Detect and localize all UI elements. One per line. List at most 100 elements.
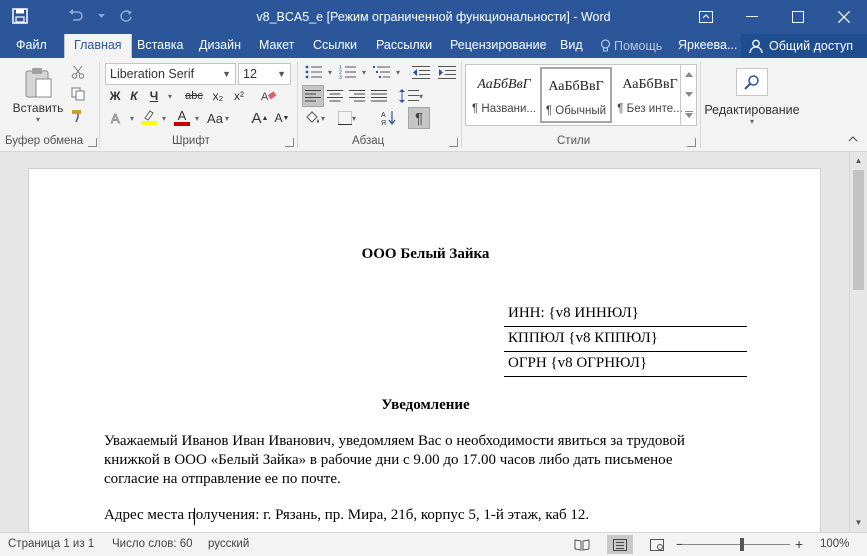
change-case-label: Aa: [207, 110, 223, 126]
increase-indent-button[interactable]: [436, 63, 458, 81]
strikethrough-button[interactable]: abc: [182, 87, 206, 105]
tab-view[interactable]: Вид: [560, 34, 583, 58]
zoom-slider[interactable]: [682, 544, 790, 545]
close-button[interactable]: [821, 0, 867, 34]
clear-formatting-button[interactable]: A: [258, 87, 280, 105]
tab-mailings[interactable]: Рассылки: [376, 34, 432, 58]
ribbon-display-options-button[interactable]: [683, 0, 729, 34]
body-line: Уважаемый Иванов Иван Иванович, уведомля…: [104, 433, 685, 449]
styles-more-button[interactable]: [681, 104, 697, 124]
print-layout-button[interactable]: [607, 535, 633, 554]
font-size-select[interactable]: 12 ▼: [238, 63, 291, 85]
tab-home[interactable]: Главная: [64, 34, 132, 58]
highlight-button[interactable]: [139, 107, 159, 127]
document-page[interactable]: ООО Белый Зайка ИНН: {v8 ИННЮЛ} КППЮЛ {v…: [28, 168, 821, 532]
account-name[interactable]: Яркеева...: [678, 34, 737, 58]
scroll-up-button[interactable]: ▲: [850, 154, 867, 168]
underline-dropdown[interactable]: ▾: [165, 87, 175, 105]
inn-line: ИНН: {v8 ИННЮЛ}: [508, 305, 639, 321]
shrink-font-button[interactable]: A ▼: [272, 108, 292, 128]
zoom-in-button[interactable]: +: [795, 536, 803, 552]
subscript-button[interactable]: x₂: [208, 87, 228, 105]
justify-icon: [371, 90, 387, 102]
align-left-button[interactable]: [302, 85, 324, 107]
align-right-button[interactable]: [346, 85, 368, 107]
tab-insert[interactable]: Вставка: [137, 34, 183, 58]
sort-button[interactable]: A Я: [378, 107, 400, 129]
numbered-list-icon: 1 2 3: [339, 65, 356, 79]
scroll-thumb[interactable]: [853, 170, 864, 290]
web-layout-button[interactable]: [647, 536, 667, 553]
grow-font-button[interactable]: A ▲: [250, 108, 270, 128]
chevron-down-icon[interactable]: ▾: [160, 108, 168, 128]
group-separator: [700, 62, 701, 148]
editing-button[interactable]: Редактирование ▾: [704, 62, 800, 132]
tab-layout[interactable]: Макет: [259, 34, 294, 58]
font-color-glyph: A: [177, 107, 187, 123]
chevron-down-icon[interactable]: ▾: [394, 63, 402, 81]
page-count[interactable]: Страница 1 из 1: [8, 538, 94, 550]
shrink-font-label: A: [274, 111, 283, 125]
style-no-spacing-name: ¶ Без инте...: [617, 103, 683, 115]
clipboard-dialog-launcher[interactable]: [88, 138, 97, 147]
eraser-icon: A: [261, 91, 277, 103]
styles-scroll-down[interactable]: [681, 84, 697, 104]
shading-button[interactable]: ▾: [302, 108, 328, 128]
justify-button[interactable]: [368, 85, 390, 107]
styles-gallery: АаБбВвГ ¶ Названи... АаБбВвГ ¶ Обычный А…: [465, 64, 697, 126]
chevron-down-icon[interactable]: ▾: [326, 63, 334, 81]
bold-button[interactable]: Ж: [106, 87, 124, 105]
vertical-scrollbar[interactable]: ▲ ▼: [849, 152, 867, 532]
align-center-button[interactable]: [324, 85, 346, 107]
numbering-button[interactable]: 1 2 3: [336, 63, 360, 81]
copy-button[interactable]: [68, 85, 88, 103]
cut-button[interactable]: [68, 63, 88, 81]
style-normal[interactable]: АаБбВвГ ¶ Обычный: [540, 67, 612, 123]
body-line: согласие на отправление ее по почте.: [104, 471, 341, 487]
collapse-ribbon-button[interactable]: [846, 132, 860, 146]
text-effects-button[interactable]: A: [106, 108, 128, 128]
chevron-down-icon[interactable]: ▾: [360, 63, 368, 81]
maximize-button[interactable]: [775, 0, 821, 34]
tab-design[interactable]: Дизайн: [199, 34, 241, 58]
scroll-down-button[interactable]: ▼: [850, 516, 867, 530]
zoom-slider-thumb[interactable]: [740, 538, 744, 551]
change-case-button[interactable]: Aa ▾: [206, 108, 230, 128]
italic-button[interactable]: К: [125, 87, 143, 105]
font-color-swatch: [174, 121, 190, 126]
styles-scroll-up[interactable]: [681, 64, 697, 84]
style-title[interactable]: АаБбВвГ ¶ Названи...: [468, 67, 540, 123]
show-formatting-marks-button[interactable]: ¶: [408, 107, 430, 129]
bullets-button[interactable]: [302, 63, 326, 81]
tab-file[interactable]: Файл: [16, 34, 47, 58]
styles-gallery-scroll: [680, 64, 697, 126]
underline-button[interactable]: Ч: [145, 87, 163, 105]
paintbrush-icon: [72, 110, 81, 123]
paragraph-dialog-launcher[interactable]: [449, 138, 458, 147]
multilevel-list-button[interactable]: [370, 63, 394, 81]
tab-review[interactable]: Рецензирование: [450, 34, 547, 58]
line-spacing-button[interactable]: ▾: [398, 85, 424, 107]
svg-text:Я: Я: [381, 120, 386, 126]
paint-bucket-icon: [306, 111, 319, 123]
superscript-button[interactable]: x²: [229, 87, 249, 105]
read-mode-button[interactable]: [572, 536, 592, 553]
chevron-down-icon[interactable]: ▾: [193, 108, 201, 128]
minimize-button[interactable]: [729, 0, 775, 34]
styles-dialog-launcher[interactable]: [687, 138, 696, 147]
borders-button[interactable]: ▾: [334, 108, 360, 128]
zoom-level[interactable]: 100%: [820, 538, 849, 550]
font-dialog-launcher[interactable]: [285, 138, 294, 147]
tab-help[interactable]: Помощь: [600, 34, 662, 58]
format-painter-button[interactable]: [68, 107, 88, 125]
paste-button[interactable]: Вставить ▾: [10, 62, 66, 128]
share-button[interactable]: Общий доступ: [741, 34, 867, 58]
font-family-select[interactable]: Liberation Serif ▼: [105, 63, 236, 85]
tab-references[interactable]: Ссылки: [313, 34, 357, 58]
language[interactable]: русский: [208, 538, 249, 550]
decrease-indent-button[interactable]: [410, 63, 432, 81]
style-no-spacing[interactable]: АаБбВвГ ¶ Без инте...: [614, 67, 686, 123]
font-color-button[interactable]: A: [172, 107, 192, 127]
chevron-down-icon[interactable]: ▾: [128, 108, 136, 128]
word-count[interactable]: Число слов: 60: [112, 538, 193, 550]
